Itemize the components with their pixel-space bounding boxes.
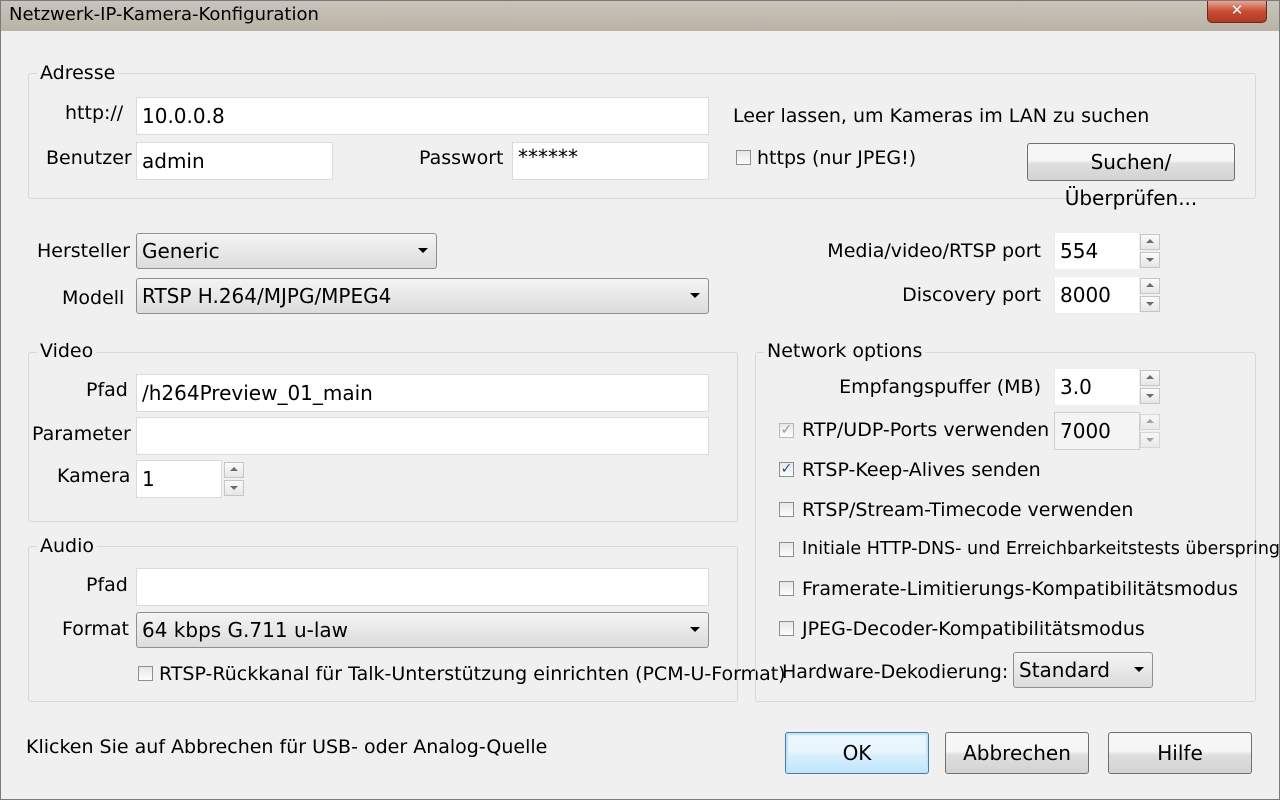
audio-path-input[interactable] [136, 568, 709, 606]
backchannel-label: RTSP-Rückkanal für Talk-Unterstützung ei… [159, 663, 786, 685]
chevron-down-icon [690, 293, 700, 298]
network-group-label: Network options [764, 340, 926, 362]
audio-format-select[interactable]: 64 kbps G.711 u-law [136, 612, 709, 648]
manufacturer-label: Hersteller [37, 240, 130, 262]
spin-down-icon[interactable] [1140, 252, 1160, 268]
camera-input[interactable]: 1 [136, 460, 222, 498]
model-value: RTSP H.264/MJPG/MPEG4 [142, 284, 392, 308]
buffer-input[interactable]: 3.0 [1054, 368, 1140, 406]
check-icon: ✓ [780, 422, 793, 438]
discovery-port-label: Discovery port [902, 284, 1041, 306]
spin-up-icon[interactable] [1140, 234, 1160, 250]
user-input[interactable]: admin [136, 142, 333, 180]
video-params-label: Parameter [32, 423, 131, 445]
url-label: http:// [65, 102, 124, 124]
title-bar[interactable]: Netzwerk-IP-Kamera-Konfiguration ✕ [1, 1, 1279, 31]
keepalive-label: RTSP-Keep-Alives senden [802, 459, 1041, 481]
window-title: Netzwerk-IP-Kamera-Konfiguration [9, 4, 319, 25]
audio-group-label: Audio [37, 535, 98, 557]
spin-up-icon[interactable] [1140, 278, 1160, 294]
hw-decode-select[interactable]: Standard [1013, 652, 1153, 688]
rtsp-port-label: Media/video/RTSP port [827, 240, 1041, 262]
video-group-label: Video [37, 340, 97, 362]
timecode-label: RTSP/Stream-Timecode verwenden [802, 499, 1134, 521]
url-input[interactable]: 10.0.0.8 [136, 97, 709, 135]
buffer-label: Empfangspuffer (MB) [839, 376, 1041, 398]
https-label: https (nur JPEG!) [757, 147, 917, 169]
rtsp-port-input[interactable]: 554 [1054, 232, 1140, 270]
close-icon: ✕ [1230, 1, 1244, 19]
discovery-port-spinner[interactable] [1140, 277, 1160, 313]
keepalive-checkbox[interactable]: ✓ [779, 462, 794, 477]
chevron-down-icon [1134, 667, 1144, 672]
spin-down-icon[interactable] [1140, 296, 1160, 312]
rtp-udp-port-input[interactable]: 7000 [1054, 412, 1140, 450]
hw-decode-label: Hardware-Dekodierung: [782, 661, 1009, 683]
spin-up-icon[interactable] [1140, 370, 1160, 386]
close-button[interactable]: ✕ [1207, 1, 1267, 23]
skip-dns-label: Initiale HTTP-DNS- und Erreichbarkeitste… [802, 539, 1280, 559]
spin-down-icon[interactable] [1140, 388, 1160, 404]
spin-down-icon[interactable] [1140, 432, 1160, 448]
network-group [755, 352, 1256, 702]
camera-label: Kamera [57, 465, 131, 487]
rtp-udp-label: RTP/UDP-Ports verwenden [802, 419, 1050, 441]
hw-decode-value: Standard [1019, 658, 1110, 682]
framerate-compat-checkbox[interactable] [779, 581, 794, 596]
model-select[interactable]: RTSP H.264/MJPG/MPEG4 [136, 278, 709, 314]
backchannel-checkbox[interactable] [138, 666, 153, 681]
jpeg-compat-label: JPEG-Decoder-Kompatibilitätsmodus [802, 618, 1145, 640]
manufacturer-select[interactable]: Generic [136, 233, 437, 269]
password-input[interactable]: ****** [512, 142, 709, 180]
spin-up-icon[interactable] [224, 462, 244, 478]
user-label: Benutzer [46, 147, 132, 169]
help-button[interactable]: Hilfe [1108, 732, 1252, 774]
adresse-group-label: Adresse [37, 62, 119, 84]
footer-hint: Klicken Sie auf Abbrechen für USB- oder … [26, 736, 548, 758]
timecode-checkbox[interactable] [779, 502, 794, 517]
framerate-compat-label: Framerate-Limitierungs-Kompatibilitätsmo… [802, 578, 1238, 600]
video-params-input[interactable] [136, 417, 709, 455]
discovery-port-input[interactable]: 8000 [1054, 276, 1140, 314]
search-button[interactable]: Suchen/Überprüfen... [1027, 143, 1235, 210]
rtsp-port-spinner[interactable] [1140, 233, 1160, 269]
video-path-input[interactable]: /h264Preview_01_main [136, 374, 709, 412]
check-icon: ✓ [780, 461, 793, 477]
audio-format-value: 64 kbps G.711 u-law [142, 618, 349, 642]
ok-button[interactable]: OK [785, 732, 929, 774]
spin-up-icon[interactable] [1140, 414, 1160, 430]
jpeg-compat-checkbox[interactable] [779, 621, 794, 636]
spin-down-icon[interactable] [224, 480, 244, 496]
audio-path-label: Pfad [86, 574, 128, 596]
camera-spinner[interactable] [224, 461, 244, 497]
video-path-label: Pfad [86, 379, 128, 401]
dialog-client: Adresse http:// 10.0.0.8 Leer lassen, um… [7, 31, 1280, 795]
skip-dns-checkbox[interactable] [779, 542, 794, 557]
chevron-down-icon [418, 248, 428, 253]
dialog-window: Netzwerk-IP-Kamera-Konfiguration ✕ Adres… [0, 0, 1280, 800]
cancel-button[interactable]: Abbrechen [945, 732, 1089, 774]
manufacturer-value: Generic [142, 239, 220, 263]
search-hint: Leer lassen, um Kameras im LAN zu suchen [733, 105, 1150, 127]
rtp-udp-checkbox[interactable]: ✓ [779, 423, 794, 438]
rtp-udp-port-spinner[interactable] [1140, 413, 1160, 449]
chevron-down-icon [690, 627, 700, 632]
audio-format-label: Format [62, 618, 129, 640]
buffer-spinner[interactable] [1140, 369, 1160, 405]
password-label: Passwort [419, 147, 504, 169]
https-checkbox[interactable] [736, 150, 751, 165]
model-label: Modell [62, 287, 125, 309]
